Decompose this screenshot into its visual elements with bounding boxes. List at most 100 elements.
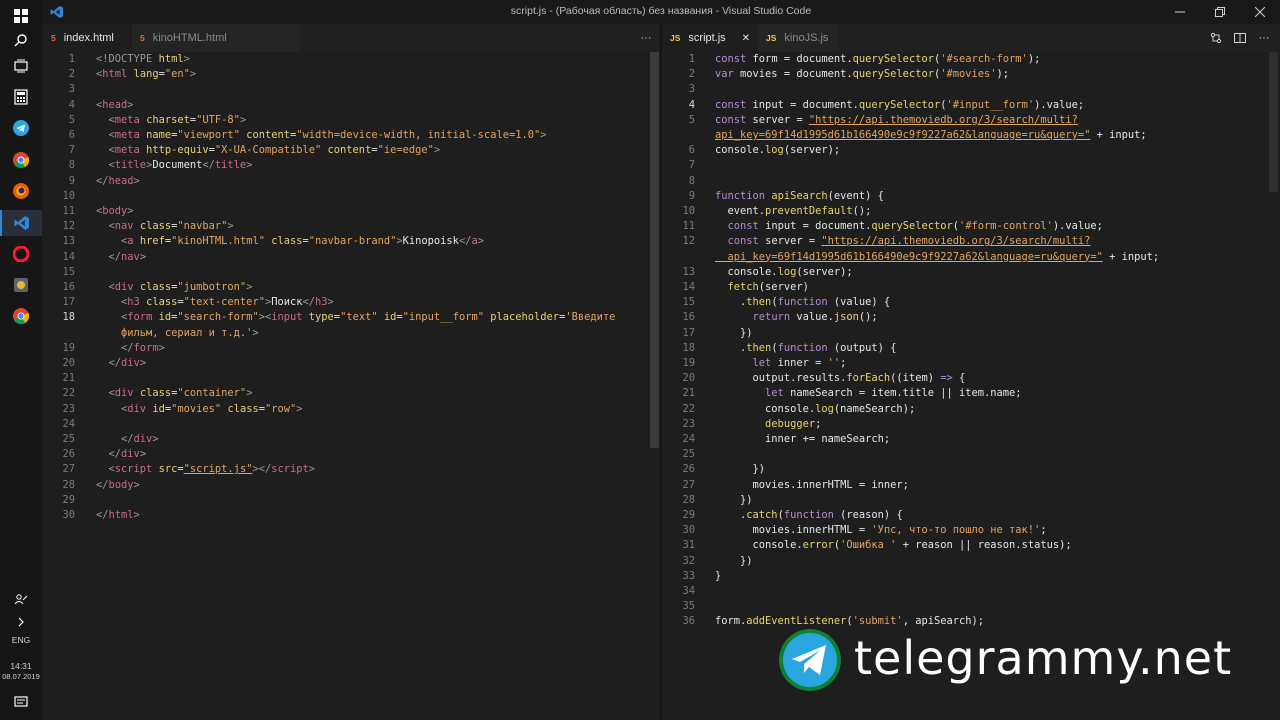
line-number[interactable]: 10 <box>42 189 75 204</box>
code-line[interactable]: 10 event.preventDefault(); <box>662 204 1269 219</box>
code-line[interactable]: 2 var movies = document.querySelector('#m… <box>662 67 1269 82</box>
code-line[interactable]: 27 movies.innerHTML = inner; <box>662 478 1269 493</box>
code-text[interactable]: <head> <box>96 98 134 113</box>
code-line[interactable]: 10 <box>42 189 650 204</box>
code-text[interactable]: <nav class="navbar"> <box>96 219 234 234</box>
code-text[interactable]: const form = document.querySelector('#se… <box>715 52 1040 67</box>
line-number[interactable]: 8 <box>662 174 695 189</box>
line-number[interactable]: 24 <box>42 417 75 432</box>
code-line[interactable]: 28 }) <box>662 493 1269 508</box>
code-line[interactable]: 21 <box>42 371 650 386</box>
code-line[interactable]: 25 </div> <box>42 432 650 447</box>
code-text[interactable]: }) <box>715 554 753 569</box>
code-line[interactable]: 13 console.log(server); <box>662 265 1269 280</box>
more-actions-icon[interactable]: ··· <box>636 24 656 52</box>
telegram-icon[interactable] <box>11 118 31 138</box>
code-line[interactable]: 19 let inner = ''; <box>662 356 1269 371</box>
code-line[interactable]: 25 <box>662 447 1269 462</box>
line-number[interactable]: 19 <box>662 356 695 371</box>
code-text[interactable]: }) <box>715 462 766 477</box>
code-text[interactable]: </html> <box>96 508 140 523</box>
restore-button[interactable] <box>1200 0 1240 24</box>
app-icon[interactable] <box>11 275 31 295</box>
code-line[interactable]: 19 </form> <box>42 341 650 356</box>
line-number[interactable]: 21 <box>42 371 75 386</box>
code-text[interactable]: <div id="movies" class="row"> <box>96 402 303 417</box>
code-text[interactable]: console.log(server); <box>715 143 840 158</box>
code-line[interactable]: 11 const input = document.querySelector(… <box>662 219 1269 234</box>
line-number[interactable]: 5 <box>42 113 75 128</box>
tab-index-html[interactable]: 5 index.html <box>42 24 132 52</box>
tab-kinojs-js[interactable]: JS kinoJS.js <box>758 24 838 52</box>
code-line[interactable]: 1 <!DOCTYPE html> <box>42 52 650 67</box>
code-line[interactable]: 35 <box>662 599 1269 614</box>
line-number[interactable]: 3 <box>42 82 75 97</box>
split-editor-icon[interactable] <box>1232 24 1248 52</box>
code-text[interactable]: const input = document.querySelector('#f… <box>715 219 1103 234</box>
line-number[interactable]: 24 <box>662 432 695 447</box>
code-line[interactable]: 26 </div> <box>42 447 650 462</box>
line-number[interactable]: 7 <box>662 158 695 173</box>
line-number[interactable]: 12 <box>662 234 695 249</box>
code-line[interactable]: 4 <head> <box>42 98 650 113</box>
code-line[interactable]: 1 const form = document.querySelector('#s… <box>662 52 1269 67</box>
code-text[interactable]: var movies = document.querySelector('#mo… <box>715 67 1009 82</box>
code-line[interactable]: 23 <div id="movies" class="row"> <box>42 402 650 417</box>
code-text[interactable]: .then(function (output) { <box>715 341 896 356</box>
line-number[interactable]: 2 <box>42 67 75 82</box>
right-scrollbar[interactable] <box>1269 52 1278 192</box>
code-text[interactable]: fetch(server) <box>715 280 809 295</box>
line-number[interactable]: 30 <box>662 523 695 538</box>
line-number[interactable]: 20 <box>662 371 695 386</box>
line-number[interactable]: 5 <box>662 113 695 128</box>
code-text[interactable]: .then(function (value) { <box>715 295 890 310</box>
line-number[interactable]: 4 <box>662 98 695 113</box>
close-window-button[interactable] <box>1240 0 1280 24</box>
close-tab-icon[interactable]: ✕ <box>742 33 750 44</box>
code-text[interactable]: </form> <box>96 341 165 356</box>
line-number[interactable]: 15 <box>662 295 695 310</box>
firefox-icon[interactable] <box>11 181 31 201</box>
line-number[interactable]: 17 <box>662 326 695 341</box>
line-number[interactable]: 20 <box>42 356 75 371</box>
line-number[interactable]: 13 <box>42 234 75 249</box>
code-text[interactable]: api_key=69f14d1995d61b166490e9c9f9227a62… <box>715 250 1160 265</box>
code-line[interactable]: 29 .catch(function (reason) { <box>662 508 1269 523</box>
code-text[interactable]: movies.innerHTML = 'Упс, что-то пошло не… <box>715 523 1047 538</box>
line-number[interactable]: 30 <box>42 508 75 523</box>
calculator-icon[interactable] <box>11 87 31 107</box>
line-number[interactable]: 25 <box>662 447 695 462</box>
code-text[interactable]: <div class="jumbotron"> <box>96 280 253 295</box>
line-number[interactable]: 17 <box>42 295 75 310</box>
line-number[interactable]: 18 <box>42 310 75 325</box>
line-number[interactable]: 36 <box>662 614 695 629</box>
code-line[interactable]: 20 </div> <box>42 356 650 371</box>
line-number[interactable]: 14 <box>662 280 695 295</box>
line-number[interactable]: 32 <box>662 554 695 569</box>
code-line[interactable]: 16 <div class="jumbotron"> <box>42 280 650 295</box>
windows-start-icon[interactable] <box>11 6 31 26</box>
code-text[interactable]: }) <box>715 493 753 508</box>
code-line[interactable]: 15 .then(function (value) { <box>662 295 1269 310</box>
code-line[interactable]: 23 debugger; <box>662 417 1269 432</box>
chrome-icon[interactable] <box>11 150 31 170</box>
line-number[interactable]: 26 <box>42 447 75 462</box>
line-number[interactable]: 16 <box>662 310 695 325</box>
code-text[interactable]: <body> <box>96 204 134 219</box>
code-text[interactable]: <form id="search-form"><input type="text… <box>96 310 615 325</box>
line-number[interactable]: 28 <box>662 493 695 508</box>
code-line[interactable]: 5 const server = "https://api.themoviedb.… <box>662 113 1269 128</box>
code-text[interactable]: }) <box>715 326 753 341</box>
code-line[interactable]: 16 return value.json(); <box>662 310 1269 325</box>
code-line[interactable]: 5 <meta charset="UTF-8"> <box>42 113 650 128</box>
code-text[interactable]: <a href="kinoHTML.html" class="navbar-br… <box>96 234 484 249</box>
line-number[interactable]: 28 <box>42 478 75 493</box>
code-line[interactable]: 3 <box>662 82 1269 97</box>
code-text[interactable]: </head> <box>96 174 140 189</box>
language-indicator[interactable]: ENG <box>0 635 42 645</box>
line-number[interactable]: 13 <box>662 265 695 280</box>
code-text[interactable]: <meta name="viewport" content="width=dev… <box>96 128 547 143</box>
line-number[interactable]: 12 <box>42 219 75 234</box>
code-text[interactable]: </div> <box>96 447 147 462</box>
line-number[interactable]: 26 <box>662 462 695 477</box>
